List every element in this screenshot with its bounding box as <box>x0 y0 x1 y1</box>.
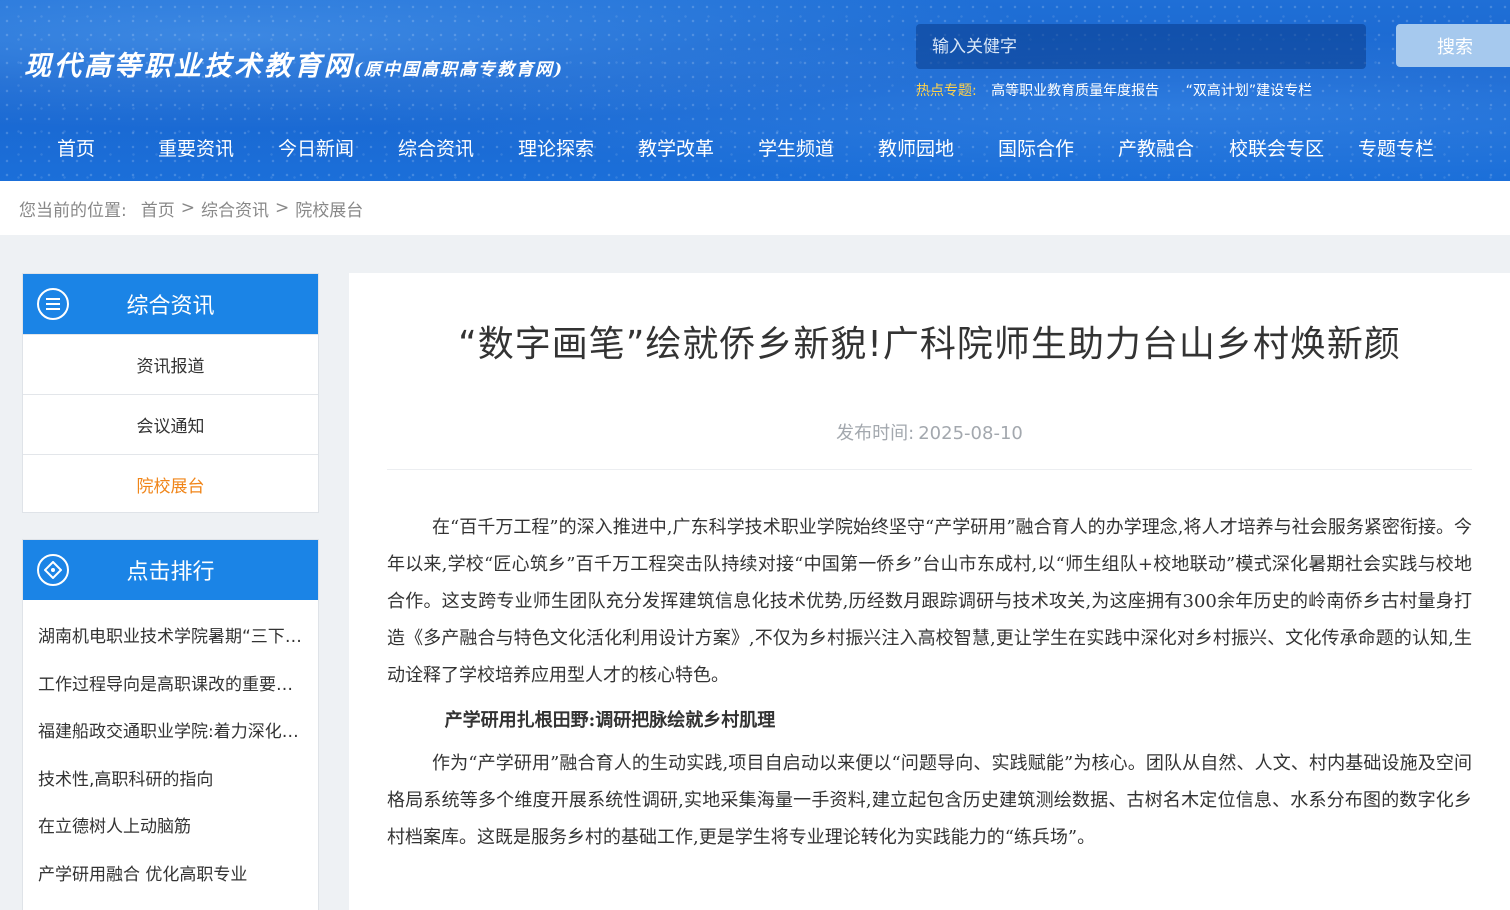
rank-list-item[interactable]: 在立德树人上动脑筋 <box>23 801 318 849</box>
sidebar-item-meeting-notices[interactable]: 会议通知 <box>23 394 318 454</box>
nav-item-today-news[interactable]: 今日新闻 <box>278 134 354 161</box>
sidebar-rank-header: 点击排行 <box>23 540 318 600</box>
rank-item-text: 福建船政交通职业学院:着力深化改革 <box>38 722 300 743</box>
breadcrumb-prefix: 您当前的位置: <box>19 200 127 221</box>
article-paragraph: 在“百千万工程”的深入推进中,广东科学技术职业学院始终坚守“产学研用”融合育人的… <box>387 517 1472 686</box>
breadcrumb: 您当前的位置: 首页 > 综合资讯 > 院校展台 <box>0 181 1510 235</box>
rank-item-text: 湖南机电职业技术学院暑期“三下乡” <box>38 627 304 648</box>
search-box <box>916 24 1366 69</box>
article-paragraph: 作为“产学研用”融合育人的生动实践,项目自启动以来便以“问题导向、实践赋能”为核… <box>387 753 1472 848</box>
breadcrumb-link-current[interactable]: 院校展台 <box>295 196 363 221</box>
site-header: 现代高等职业技术教育网(原中国高职高专教育网) 搜索 热点专题: 高等职业教育质… <box>0 0 1510 181</box>
article-date: 发布时间: 2025-08-10 <box>349 419 1510 445</box>
sidebar-category-box: 综合资讯 资讯报道 会议通知 院校展台 <box>22 273 319 513</box>
site-logo[interactable]: 现代高等职业技术教育网(原中国高职高专教育网) <box>24 44 564 83</box>
sidebar-category-header: 综合资讯 <box>23 274 318 334</box>
rank-item-text: 技术性,高职科研的指向 <box>38 769 214 790</box>
breadcrumb-separator: > <box>180 198 195 218</box>
rank-list-item[interactable]: 福建船政交通职业学院:着力深化改革 <box>23 706 318 754</box>
logo-sub-text: (原中国高职高专教育网) <box>354 60 565 80</box>
article-divider <box>387 469 1472 470</box>
rank-list: 湖南机电职业技术学院暑期“三下乡” 工作过程导向是高职课改的重要方向 福建船政交… <box>23 600 318 896</box>
rank-list-item[interactable]: 工作过程导向是高职课改的重要方向 <box>23 659 318 707</box>
breadcrumb-separator: > <box>274 198 290 218</box>
rank-item-text: 产学研用融合 优化高职专业 <box>38 864 248 885</box>
list-icon <box>37 288 69 320</box>
nav-item-alliance[interactable]: 校联会专区 <box>1229 134 1324 161</box>
nav-item-students[interactable]: 学生频道 <box>758 134 834 161</box>
nav-item-teachers[interactable]: 教师园地 <box>878 134 954 161</box>
article-body: 在“百千万工程”的深入推进中,广东科学技术职业学院始终坚守“产学研用”融合育人的… <box>387 509 1472 856</box>
nav-item-general-news[interactable]: 综合资讯 <box>398 134 474 161</box>
article-panel: “数字画笔”绘就侨乡新貌!广科院师生助力台山乡村焕新颜 发布时间: 2025-08… <box>349 273 1510 910</box>
hot-topic-link[interactable]: “双高计划”建设专栏 <box>1186 83 1313 99</box>
nav-item-teaching-reform[interactable]: 教学改革 <box>638 134 714 161</box>
date-value: 2025-08-10 <box>918 423 1023 444</box>
hot-topic-link[interactable]: 高等职业教育质量年度报告 <box>991 83 1159 99</box>
date-label: 发布时间: <box>836 423 915 444</box>
rank-list-item[interactable]: 技术性,高职科研的指向 <box>23 754 318 802</box>
logo-main-text: 现代高等职业技术教育网 <box>24 51 354 82</box>
nav-item-theory[interactable]: 理论探索 <box>518 134 594 161</box>
sidebar-rank-box: 点击排行 湖南机电职业技术学院暑期“三下乡” 工作过程导向是高职课改的重要方向 … <box>22 539 319 910</box>
nav-item-home[interactable]: 首页 <box>57 134 95 161</box>
breadcrumb-link-category[interactable]: 综合资讯 <box>201 196 269 221</box>
hot-topics: 热点专题: 高等职业教育质量年度报告 “双高计划”建设专栏 <box>916 80 1334 100</box>
nav-item-international[interactable]: 国际合作 <box>998 134 1074 161</box>
main-nav: 首页 重要资讯 今日新闻 综合资讯 理论探索 教学改革 学生频道 教师园地 国际… <box>0 134 1510 170</box>
diamond-icon <box>37 554 69 586</box>
article-subheading: 产学研用扎根田野:调研把脉绘就乡村肌理 <box>444 710 776 731</box>
breadcrumb-link-home[interactable]: 首页 <box>141 196 175 221</box>
sidebar-item-school-showcase[interactable]: 院校展台 <box>23 454 318 514</box>
article-title: “数字画笔”绘就侨乡新貌!广科院师生助力台山乡村焕新颜 <box>458 324 1401 365</box>
search-input[interactable] <box>932 36 1366 57</box>
rank-item-text: 在立德树人上动脑筋 <box>38 817 191 838</box>
rank-list-item[interactable]: 产学研用融合 优化高职专业 <box>23 849 318 897</box>
nav-item-special-topics[interactable]: 专题专栏 <box>1358 134 1434 161</box>
search-button[interactable]: 搜索 <box>1396 24 1510 67</box>
hot-topics-label: 热点专题: <box>916 83 977 99</box>
rank-item-text: 工作过程导向是高职课改的重要方向 <box>38 674 300 695</box>
rank-list-item[interactable]: 湖南机电职业技术学院暑期“三下乡” <box>23 611 318 659</box>
sidebar-item-news-reports[interactable]: 资讯报道 <box>23 334 318 394</box>
nav-item-industry-education[interactable]: 产教融合 <box>1118 134 1194 161</box>
nav-item-important-news[interactable]: 重要资讯 <box>158 134 234 161</box>
